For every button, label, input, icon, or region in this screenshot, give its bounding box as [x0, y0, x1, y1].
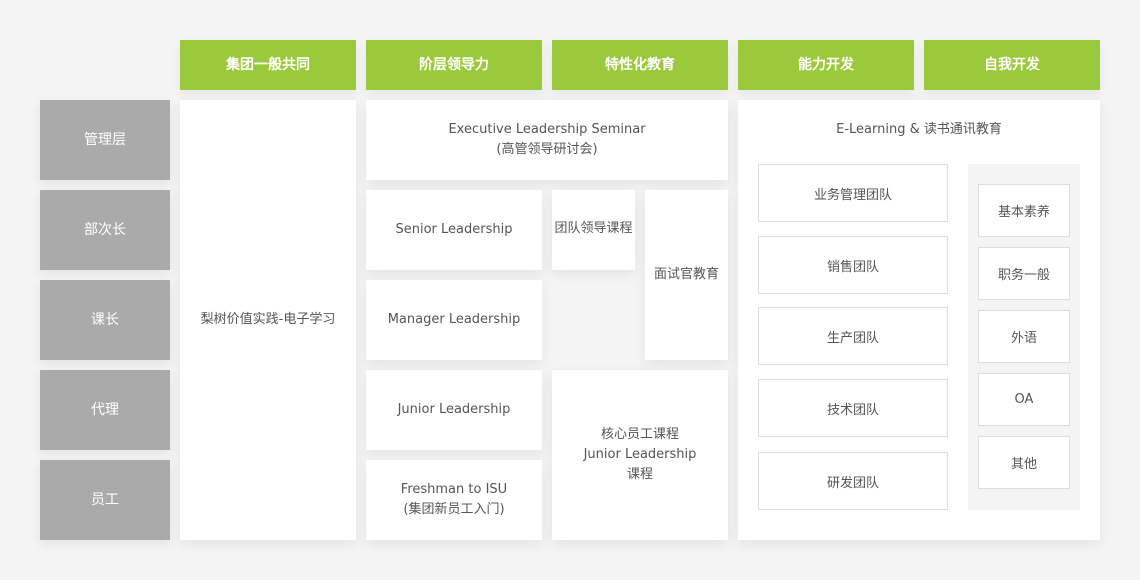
- self-dev-label: 其他: [1010, 457, 1037, 472]
- program-card-interviewer-education: 面试官教育: [645, 190, 728, 360]
- team-box-rnd: 研发团队: [758, 452, 948, 510]
- level-label-text: 代理: [91, 402, 119, 418]
- level-label-text: 部次长: [84, 222, 126, 238]
- level-label-staff: 员工: [40, 460, 170, 540]
- team-label: 业务管理团队: [813, 187, 892, 203]
- self-dev-label: OA: [1014, 392, 1034, 407]
- column-header-specialized-education: 特性化教育: [552, 40, 728, 90]
- team-label: 生产团队: [826, 330, 879, 346]
- program-label: Manager Leadership: [387, 312, 521, 327]
- program-label: 团队领导课程: [554, 221, 633, 236]
- column-header-label: 自我开发: [984, 57, 1040, 73]
- program-card-team-leader-course: 团队领导课程: [552, 190, 635, 270]
- level-label-department-head: 部次长: [40, 190, 170, 270]
- self-dev-box-oa: OA: [978, 373, 1070, 426]
- self-dev-box-other: 其他: [978, 436, 1070, 489]
- program-label: Junior Leadership: [397, 402, 511, 417]
- program-title: Executive Leadership Seminar: [448, 122, 646, 137]
- program-line-1: 核心员工课程: [600, 427, 679, 442]
- program-card-manager-leadership: Manager Leadership: [366, 280, 542, 360]
- column-header-label: 能力开发: [798, 57, 854, 73]
- level-label-text: 管理层: [84, 132, 126, 148]
- team-label: 研发团队: [826, 475, 879, 491]
- program-title: Freshman to ISU: [400, 482, 508, 497]
- team-box-business-management: 业务管理团队: [758, 164, 948, 222]
- team-box-technology: 技术团队: [758, 379, 948, 437]
- level-label-management: 管理层: [40, 100, 170, 180]
- level-label-text: 课长: [91, 312, 119, 328]
- team-label: 技术团队: [826, 402, 879, 418]
- program-subtitle: (集团新员工入门): [403, 502, 505, 517]
- column-header-group-common: 集团一般共同: [180, 40, 356, 90]
- program-label: 梨树价值实践-电子学习: [200, 312, 336, 327]
- self-dev-label: 职务一般: [997, 268, 1050, 283]
- program-card-freshman-to-isu: Freshman to ISU (集团新员工入门): [366, 460, 542, 540]
- self-dev-box-foreign-language: 外语: [978, 310, 1070, 363]
- program-card-core-staff-course: 核心员工课程 Junior Leadership 课程: [552, 370, 728, 540]
- self-dev-label: 基本素养: [997, 205, 1050, 220]
- program-label: Senior Leadership: [395, 222, 513, 237]
- team-box-production: 生产团队: [758, 307, 948, 365]
- program-line-3: 课程: [626, 467, 653, 482]
- column-header-label: 阶层领导力: [419, 57, 489, 73]
- level-label-section-chief: 课长: [40, 280, 170, 360]
- self-dev-label: 外语: [1010, 331, 1037, 346]
- program-subtitle: (高管领导研讨会): [496, 142, 598, 157]
- program-card-value-practice-elearning: 梨树价值实践-电子学习: [180, 100, 356, 540]
- column-header-self-development: 自我开发: [924, 40, 1100, 90]
- program-card-junior-leadership: Junior Leadership: [366, 370, 542, 450]
- program-card-executive-leadership-seminar: Executive Leadership Seminar (高管领导研讨会): [366, 100, 728, 180]
- team-box-sales: 销售团队: [758, 236, 948, 294]
- program-card-senior-leadership: Senior Leadership: [366, 190, 542, 270]
- program-line-2: Junior Leadership: [583, 447, 697, 462]
- team-label: 销售团队: [826, 259, 879, 275]
- level-label-assistant-manager: 代理: [40, 370, 170, 450]
- column-header-competency-development: 能力开发: [738, 40, 914, 90]
- column-header-label: 特性化教育: [605, 57, 675, 73]
- column-header-hierarchical-leadership: 阶层领导力: [366, 40, 542, 90]
- self-dev-box-general-duty: 职务一般: [978, 247, 1070, 300]
- panel-title: E-Learning & 读书通讯教育: [836, 122, 1002, 137]
- column-header-label: 集团一般共同: [226, 57, 310, 73]
- self-dev-box-basic-literacy: 基本素养: [978, 184, 1070, 237]
- level-label-text: 员工: [91, 492, 119, 508]
- program-label: 面试官教育: [653, 267, 719, 282]
